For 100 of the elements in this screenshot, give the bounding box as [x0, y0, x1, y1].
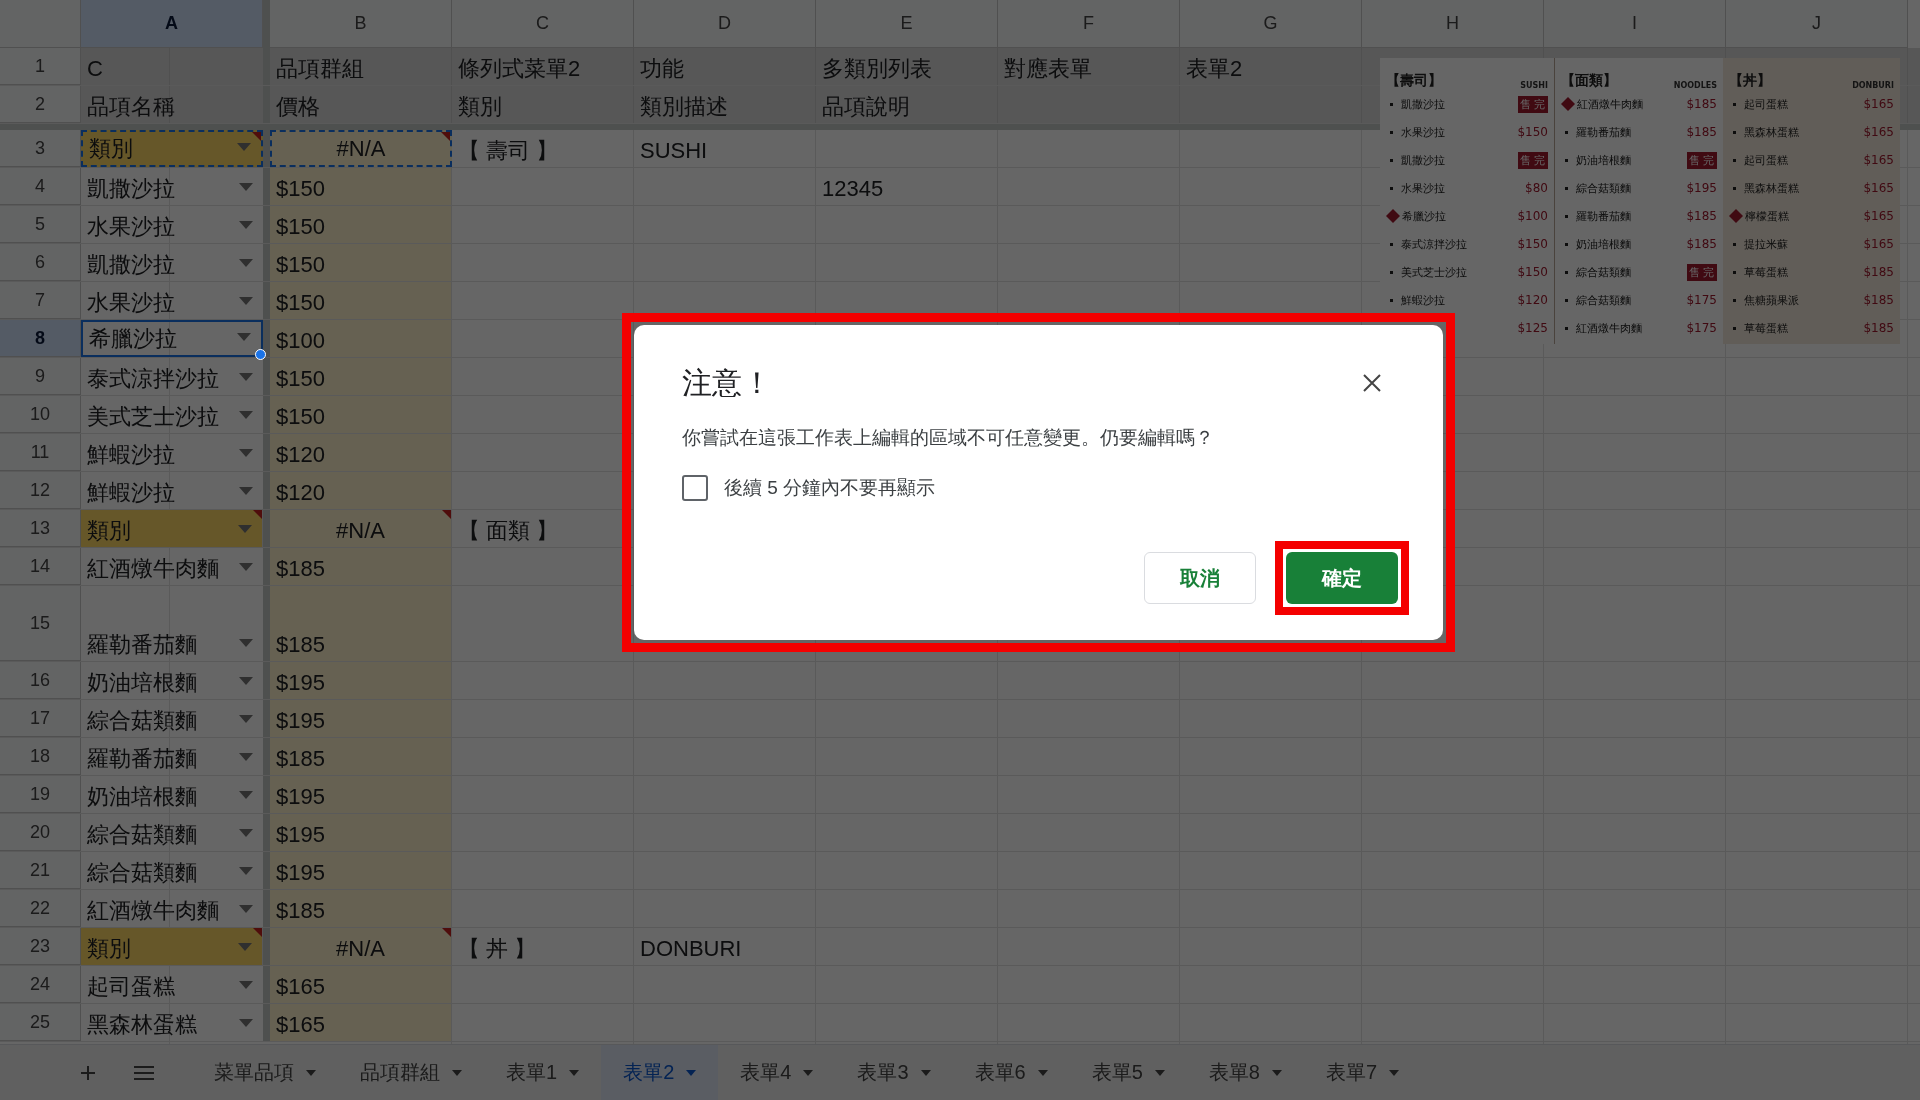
sheet-tab[interactable]: 表單7 [1303, 1045, 1421, 1100]
row-header[interactable]: 4 [0, 168, 81, 205]
sheet-tab[interactable]: 菜單品項 [192, 1045, 338, 1100]
caret-icon[interactable] [306, 1069, 316, 1076]
table-cell: 美式芝士沙拉 [81, 396, 263, 433]
table-cell-text: SUSHI [639, 136, 709, 165]
caret-icon[interactable] [1037, 1069, 1048, 1076]
column-header[interactable]: B [270, 0, 452, 48]
caret-icon[interactable] [686, 1069, 697, 1076]
confirm-button[interactable]: 確定 [1286, 552, 1398, 604]
column-header[interactable]: D [634, 0, 816, 48]
dropdown-arrow-icon[interactable] [239, 829, 253, 837]
dropdown-arrow-icon[interactable] [239, 411, 253, 419]
row-header[interactable]: 19 [0, 776, 81, 813]
sheet-tab[interactable]: 表單4 [718, 1045, 836, 1100]
row-header[interactable]: 21 [0, 852, 81, 889]
column-header[interactable]: A [81, 0, 263, 48]
row-header[interactable]: 16 [0, 662, 81, 699]
dropdown-arrow-icon[interactable] [237, 143, 251, 151]
dropdown-arrow-icon[interactable] [239, 753, 253, 761]
dropdown-arrow-icon[interactable] [239, 905, 253, 913]
row-header[interactable]: 24 [0, 966, 81, 1003]
row-header[interactable]: 8 [0, 320, 81, 357]
row-header[interactable]: 20 [0, 814, 81, 851]
row-header[interactable]: 13 [0, 510, 81, 547]
checkbox[interactable] [682, 475, 708, 501]
cancel-button[interactable]: 取消 [1144, 552, 1256, 604]
caret-icon[interactable] [1271, 1069, 1282, 1076]
row-header[interactable]: 7 [0, 282, 81, 319]
dropdown-arrow-icon[interactable] [239, 183, 253, 191]
sheet-tab[interactable]: 表單5 [1069, 1045, 1187, 1100]
row-header[interactable]: 5 [0, 206, 81, 243]
caret-icon[interactable] [569, 1069, 580, 1076]
dropdown-arrow-icon[interactable] [239, 221, 253, 229]
sheet-tab[interactable]: 表單8 [1186, 1045, 1304, 1100]
sheet-tab[interactable]: 表單6 [952, 1045, 1070, 1100]
dropdown-arrow-icon[interactable] [237, 333, 251, 341]
caret-icon[interactable] [920, 1069, 931, 1076]
row-header[interactable]: 3 [0, 130, 81, 167]
row-header[interactable]: 1 [0, 48, 81, 85]
dropdown-arrow-icon[interactable] [239, 1019, 253, 1027]
row-header[interactable]: 12 [0, 472, 81, 509]
dropdown-arrow-icon[interactable] [238, 525, 252, 533]
dropdown-arrow-icon[interactable] [239, 867, 253, 875]
dropdown-arrow-icon[interactable] [239, 563, 253, 571]
dropdown-arrow-icon[interactable] [239, 981, 253, 989]
caret-icon[interactable] [1154, 1069, 1165, 1076]
bullet-icon [1733, 298, 1736, 302]
menu-item-name: 綜合菇類麵 [1576, 292, 1631, 308]
dropdown-arrow-icon[interactable] [239, 791, 253, 799]
table-cell: 羅勒番茄麵 [81, 738, 263, 775]
menu-item-price: $165 [1863, 153, 1894, 167]
close-icon[interactable] [1363, 374, 1381, 392]
row-header[interactable]: 22 [0, 890, 81, 927]
row-header[interactable]: 10 [0, 396, 81, 433]
row-header[interactable]: 15 [0, 586, 81, 661]
dropdown-arrow-icon[interactable] [239, 639, 253, 647]
row-header[interactable]: 14 [0, 548, 81, 585]
table-cell: 綜合菇類麵 [81, 700, 263, 737]
dropdown-arrow-icon[interactable] [239, 373, 253, 381]
row-header[interactable]: 18 [0, 738, 81, 775]
menu-item-price: $165 [1863, 97, 1894, 111]
dropdown-arrow-icon[interactable] [239, 487, 253, 495]
row-header[interactable]: 6 [0, 244, 81, 281]
table-cell: $120 [270, 434, 452, 471]
caret-icon[interactable] [803, 1069, 814, 1076]
menu-icon[interactable] [134, 1065, 154, 1080]
menu-item-name: 起司蛋糕 [1744, 96, 1788, 112]
column-header[interactable]: G [1180, 0, 1362, 48]
row-header[interactable]: 2 [0, 86, 81, 123]
sheet-tab[interactable]: 品項群組 [338, 1045, 484, 1100]
add-sheet-icon[interactable] [80, 1064, 96, 1081]
sheet-tab[interactable]: 表單2 [601, 1045, 719, 1100]
row-header[interactable]: 23 [0, 928, 81, 965]
dropdown-arrow-icon[interactable] [238, 943, 252, 951]
column-header[interactable]: E [816, 0, 998, 48]
column-header[interactable]: I [1544, 0, 1726, 48]
menu-item-price: $195 [1686, 181, 1717, 195]
dropdown-arrow-icon[interactable] [239, 677, 253, 685]
column-header[interactable]: H [1362, 0, 1544, 48]
sheet-tab[interactable]: 表單3 [835, 1045, 953, 1100]
column-header[interactable]: F [998, 0, 1180, 48]
row-header[interactable]: 9 [0, 358, 81, 395]
menu-item-price: $175 [1686, 293, 1717, 307]
row-header[interactable]: 25 [0, 1004, 81, 1041]
caret-icon[interactable] [452, 1069, 462, 1076]
row-header[interactable]: 17 [0, 700, 81, 737]
menu-item-name: 檸檬蛋糕 [1745, 208, 1789, 224]
menu-item-name: 紅酒燉牛肉麵 [1576, 320, 1642, 336]
dropdown-arrow-icon[interactable] [239, 715, 253, 723]
table-cell: #N/A [270, 928, 452, 965]
dropdown-arrow-icon[interactable] [239, 297, 253, 305]
dropdown-arrow-icon[interactable] [239, 259, 253, 267]
caret-icon[interactable] [1389, 1069, 1399, 1076]
sold-out-tag: 售完 [1518, 151, 1548, 169]
menu-item-name: 黑森林蛋糕 [1744, 124, 1799, 140]
dropdown-arrow-icon[interactable] [239, 449, 253, 457]
column-header[interactable]: J [1726, 0, 1908, 48]
column-header[interactable]: C [452, 0, 634, 48]
row-header[interactable]: 11 [0, 434, 81, 471]
